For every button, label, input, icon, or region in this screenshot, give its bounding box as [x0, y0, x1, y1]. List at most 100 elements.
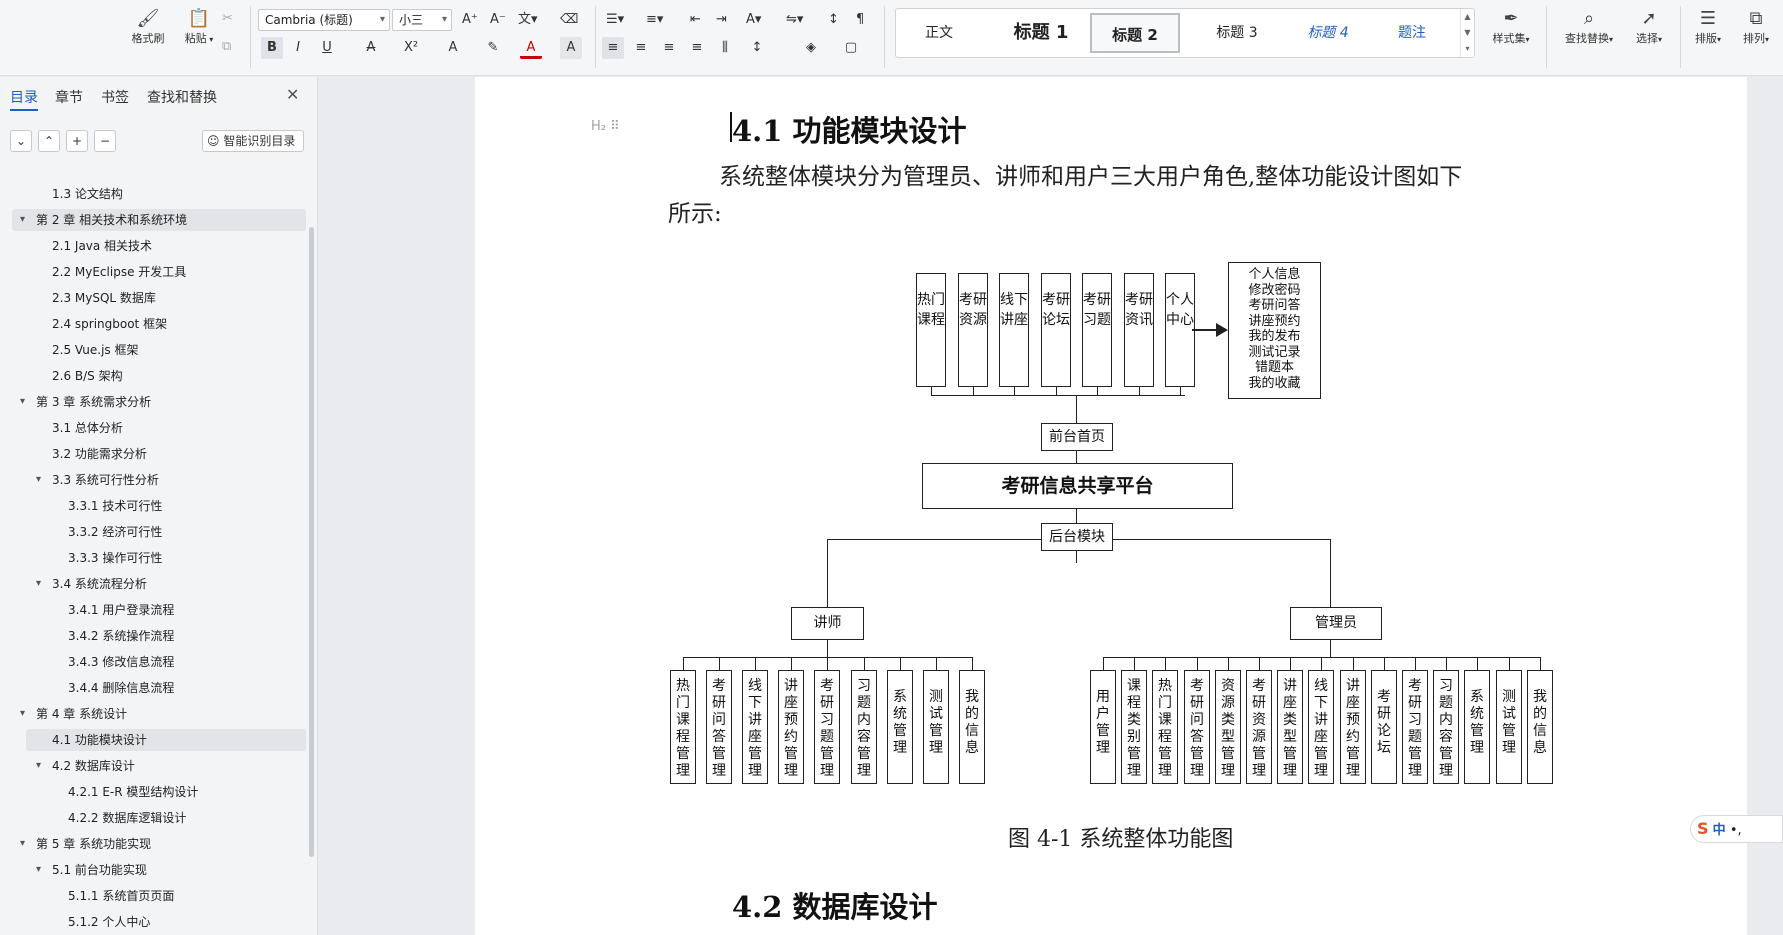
decrease-indent-icon[interactable]: ⇤ — [690, 11, 701, 29]
select-button[interactable]: ➚ 选择▾ — [1626, 8, 1672, 46]
strikethrough-icon[interactable]: A — [360, 37, 382, 59]
style-heading-1[interactable]: 标题 1 — [986, 13, 1096, 53]
expand-arrow-icon[interactable]: ▾ — [36, 859, 41, 881]
toc-item[interactable]: 2.1 Java 相关技术 — [12, 235, 306, 257]
smart-toc-button[interactable]: ☺ 智能识别目录 — [202, 130, 304, 152]
toc-item[interactable]: 2.3 MySQL 数据库 — [12, 287, 306, 309]
toc-item[interactable]: 3.4.4 删除信息流程 — [12, 677, 306, 699]
toc-item[interactable]: 3.3.1 技术可行性 — [12, 495, 306, 517]
font-name-select[interactable]: Cambria (标题) ▾ — [258, 9, 390, 31]
figure-caption[interactable]: 图 4-1 系统整体功能图 — [1008, 821, 1233, 853]
toc-item[interactable]: ▾ 第 5 章 系统功能实现 — [12, 833, 306, 855]
toc-item[interactable]: 2.5 Vue.js 框架 — [12, 339, 306, 361]
char-shading-icon[interactable]: A — [560, 37, 582, 59]
sort-icon[interactable]: ↕ — [828, 11, 839, 29]
align-center-icon[interactable]: ≡ — [630, 37, 652, 59]
toc-item[interactable]: ▾ 第 3 章 系统需求分析 — [12, 391, 306, 413]
chinese-layout-icon[interactable]: A▾ — [746, 11, 761, 29]
toc-item[interactable]: 3.1 总体分析 — [12, 417, 306, 439]
find-replace-button[interactable]: ⌕ 查找替换▾ — [1556, 8, 1622, 46]
sidebar-scrollbar[interactable] — [309, 227, 314, 857]
toc-item[interactable]: 3.3.2 经济可行性 — [12, 521, 306, 543]
toc-item[interactable]: 5.1.2 个人中心 — [12, 911, 306, 933]
paste-button[interactable]: 📋 粘贴 ▾ — [174, 8, 224, 46]
expand-arrow-icon[interactable]: ▾ — [36, 469, 41, 491]
grow-font-icon[interactable]: A⁺ — [462, 11, 478, 29]
shading-icon[interactable]: ◈ — [800, 37, 822, 59]
document-page[interactable]: H₂ ⠿ 4.1 功能模块设计 系统整体模块分为管理员、讲师和用户三大用户角色,… — [475, 77, 1747, 935]
bullet-list-icon[interactable]: ☰▾ — [606, 11, 624, 29]
style-heading-4[interactable]: 标题 4 — [1286, 13, 1370, 53]
tab-bookmarks[interactable]: 书签 — [101, 87, 129, 107]
toc-item[interactable]: ▾ 5.1 前台功能实现 — [12, 859, 306, 881]
toc-item[interactable]: ▾ 3.3 系统可行性分析 — [12, 469, 306, 491]
cut-icon[interactable]: ✂ — [222, 10, 233, 28]
style-normal[interactable]: 正文 — [904, 13, 974, 53]
expand-button[interactable]: + — [66, 130, 88, 152]
toc-item[interactable]: 3.4.3 修改信息流程 — [12, 651, 306, 673]
function-diagram[interactable]: 热门课程 考研资源 线下讲座 考研论坛 考研习题 考研资讯 个人中心 个人信息 修改密码 考研问答… — [475, 77, 1747, 784]
style-heading-3[interactable]: 标题 3 — [1196, 13, 1278, 53]
tab-toc[interactable]: 目录 — [10, 87, 38, 107]
style-caption[interactable]: 题注 — [1376, 13, 1448, 53]
expand-arrow-icon[interactable]: ▾ — [20, 833, 25, 855]
collapse-all-button[interactable]: ⌄ — [10, 130, 32, 152]
toc-item[interactable]: 1.3 论文结构 — [12, 183, 306, 205]
format-painter-button[interactable]: 🖌 格式刷 — [126, 8, 170, 46]
toc-item[interactable]: ▾ 4.2 数据库设计 — [12, 755, 306, 777]
next-section-heading[interactable]: 4.2 数据库设计 — [732, 884, 938, 926]
toc-item[interactable]: ▾ 第 2 章 相关技术和系统环境 — [12, 209, 306, 231]
expand-arrow-icon[interactable]: ▾ — [36, 573, 41, 595]
arrange-button[interactable]: ⧉ 排列▾ — [1734, 8, 1778, 46]
close-icon[interactable]: ✕ — [286, 85, 299, 104]
style-set-button[interactable]: ✒ 样式集▾ — [1483, 8, 1539, 46]
italic-icon[interactable]: I — [287, 37, 309, 59]
superscript-icon[interactable]: X² — [400, 37, 422, 59]
toc-item[interactable]: 2.2 MyEclipse 开发工具 — [12, 261, 306, 283]
toc-item[interactable]: 4.1 功能模块设计 — [26, 729, 306, 751]
toc-item[interactable]: 3.4.1 用户登录流程 — [12, 599, 306, 621]
phonetic-icon[interactable]: 文▾ — [518, 11, 538, 29]
align-left-icon[interactable]: ≡ — [602, 37, 624, 59]
expand-arrow-icon[interactable]: ▾ — [20, 391, 25, 413]
text-effect-icon[interactable]: A — [442, 37, 464, 59]
toc-item[interactable]: 3.2 功能需求分析 — [12, 443, 306, 465]
style-gallery-scroll[interactable]: ▲ ▼ ▾ — [1460, 9, 1474, 57]
expand-arrow-icon[interactable]: ▾ — [20, 703, 25, 725]
expand-arrow-icon[interactable]: ▾ — [20, 209, 25, 231]
tab-chapters[interactable]: 章节 — [55, 87, 83, 107]
font-size-select[interactable]: 小三 ▾ — [392, 9, 452, 31]
layout-button[interactable]: ☰ 排版▾ — [1686, 8, 1730, 46]
toc-item[interactable]: ▾ 3.4 系统流程分析 — [12, 573, 306, 595]
justify-icon[interactable]: ≡ — [686, 37, 708, 59]
toc-item[interactable]: 5.1.1 系统首页页面 — [12, 885, 306, 907]
text-direction-icon[interactable]: ⇋▾ — [786, 11, 803, 29]
distribute-icon[interactable]: ⫼ — [714, 37, 736, 59]
copy-icon[interactable]: ⧉ — [222, 38, 231, 56]
clear-format-icon[interactable]: ⌫ — [560, 11, 578, 29]
toc-item[interactable]: 2.4 springboot 框架 — [12, 313, 306, 335]
bold-icon[interactable]: B — [261, 37, 283, 59]
toc-item[interactable]: 2.6 B/S 架构 — [12, 365, 306, 387]
toc-item[interactable]: 4.2.2 数据库逻辑设计 — [12, 807, 306, 829]
line-spacing-icon[interactable]: ↕ — [746, 37, 768, 59]
toc-item[interactable]: 3.3.3 操作可行性 — [12, 547, 306, 569]
collapse-button[interactable]: − — [94, 130, 116, 152]
font-color-icon[interactable]: A — [520, 37, 542, 59]
number-list-icon[interactable]: ≡▾ — [646, 11, 663, 29]
toc-item[interactable]: 3.4.2 系统操作流程 — [12, 625, 306, 647]
input-method-indicator[interactable]: S 中 •, — [1690, 815, 1783, 843]
toc-item[interactable]: 4.2.1 E-R 模型结构设计 — [12, 781, 306, 803]
level-up-button[interactable]: ⌃ — [38, 130, 60, 152]
shrink-font-icon[interactable]: A⁻ — [490, 11, 506, 29]
show-marks-icon[interactable]: ¶ — [856, 11, 864, 29]
style-heading-2[interactable]: 标题 2 — [1090, 13, 1180, 53]
underline-icon[interactable]: U — [316, 37, 338, 59]
highlight-icon[interactable]: ✎ — [482, 37, 504, 59]
increase-indent-icon[interactable]: ⇥ — [716, 11, 727, 29]
tab-find-replace[interactable]: 查找和替换 — [147, 87, 217, 107]
toc-item[interactable]: ▾ 第 4 章 系统设计 — [12, 703, 306, 725]
border-icon[interactable]: ▢ — [840, 37, 862, 59]
expand-arrow-icon[interactable]: ▾ — [36, 755, 41, 777]
align-right-icon[interactable]: ≡ — [658, 37, 680, 59]
